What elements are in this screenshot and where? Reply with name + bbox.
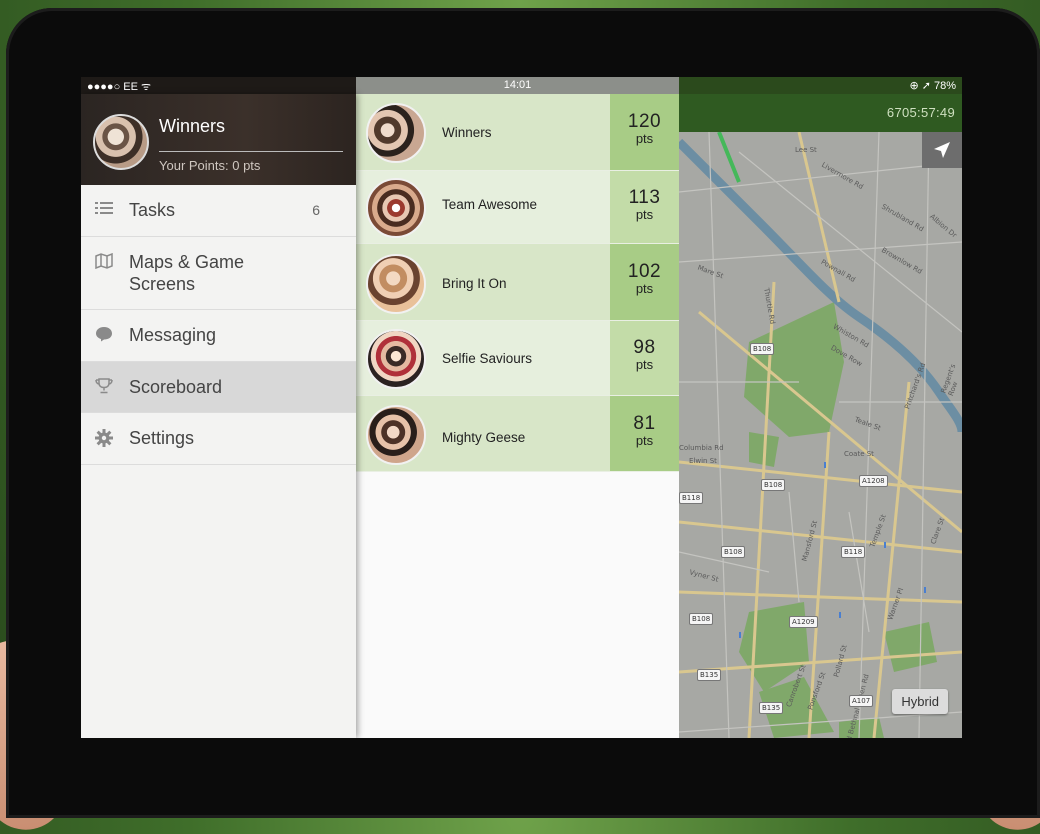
team-points: 81	[633, 413, 656, 434]
gear-icon	[95, 429, 113, 447]
profile-avatar	[93, 114, 149, 170]
team-row[interactable]: Bring It On 102 pts	[356, 244, 679, 321]
location-arrow-icon	[934, 142, 950, 158]
team-points: 113	[628, 187, 661, 208]
road-shield: A1209	[789, 616, 818, 628]
road-shield: B108	[721, 546, 746, 558]
battery-indicator: ⊕ ➚ 78%	[909, 80, 956, 92]
road-shield: B135	[759, 702, 784, 714]
map-view[interactable]: Lee St Livermore Rd Shrubland Rd Albion …	[679, 132, 962, 738]
team-points-unit: pts	[635, 433, 654, 448]
road-label: Columbia Rd	[679, 444, 724, 452]
team-points: 120	[627, 111, 662, 132]
status-bar: ●●●●○ EE ᯤ 14:01 ⊕ ➚ 78%	[81, 77, 962, 94]
road-label: Coate St	[844, 450, 874, 458]
map-header-bar: 6705:57:49	[679, 94, 962, 132]
road-shield: A1208	[859, 475, 888, 487]
tablet-screen: ●●●●○ EE ᯤ 14:01 ⊕ ➚ 78% Winners Your Po…	[81, 77, 962, 738]
locate-me-button[interactable]	[922, 132, 962, 168]
team-row[interactable]: Selfie Saviours 98 pts	[356, 321, 679, 396]
team-points-unit: pts	[635, 357, 654, 372]
team-points-unit: pts	[635, 281, 654, 296]
list-icon	[95, 201, 113, 219]
sidebar-item-label: Maps & Game Screens	[129, 251, 244, 295]
team-avatar	[366, 254, 426, 314]
sidebar-item-label: Settings	[129, 428, 195, 448]
team-row[interactable]: Team Awesome 113 pts	[356, 171, 679, 244]
status-bar-center: 14:01	[356, 77, 679, 94]
sidebar-item-tasks[interactable]: Tasks 6	[81, 185, 356, 237]
road-shield: B118	[679, 492, 704, 504]
carrier-signal: ●●●●○ EE ᯤ	[87, 81, 152, 93]
team-points: 102	[627, 261, 662, 282]
map-icon	[95, 252, 113, 271]
team-row[interactable]: Mighty Geese 81 pts	[356, 396, 679, 472]
team-points-box: 98 pts	[610, 321, 679, 395]
hybrid-toggle-button[interactable]: Hybrid	[892, 689, 948, 714]
profile-team-name: Winners	[159, 116, 226, 136]
team-name: Bring It On	[442, 276, 507, 291]
team-points-box: 102 pts	[610, 244, 679, 320]
scoreboard-list: Winners 120 pts Team Awesome 113 pts Bri…	[356, 94, 679, 738]
team-avatar	[366, 103, 426, 163]
game-timer: 6705:57:49	[886, 105, 955, 120]
sidebar-item-maps[interactable]: Maps & Game Screens	[81, 237, 356, 310]
status-bar-left: ●●●●○ EE ᯤ	[81, 77, 356, 94]
road-shield: B108	[750, 343, 775, 355]
sidebar-item-settings[interactable]: Settings	[81, 413, 356, 465]
tasks-count-badge: 6	[312, 202, 320, 218]
sidebar-item-scoreboard[interactable]: Scoreboard	[81, 362, 356, 413]
sidebar-menu: Winners Your Points: 0 pts Tasks 6 Maps …	[81, 94, 356, 738]
status-time: 14:01	[503, 79, 532, 91]
map-panel: 6705:57:49 Lee St Livermore Rd Shrubland…	[679, 94, 962, 738]
sidebar-item-label: Tasks	[129, 200, 176, 220]
road-label: Elwin St	[689, 457, 717, 465]
team-points-box: 113 pts	[610, 171, 679, 243]
profile-divider	[159, 151, 343, 152]
team-name: Winners	[442, 125, 492, 140]
maps-label-line2: Screens	[129, 274, 196, 294]
status-bar-right: ⊕ ➚ 78%	[679, 77, 962, 94]
team-points: 98	[633, 337, 656, 358]
team-points-unit: pts	[635, 207, 654, 222]
sidebar-item-label: Scoreboard	[129, 377, 223, 397]
road-shield: B118	[841, 546, 866, 558]
trophy-icon	[95, 378, 113, 396]
team-name: Selfie Saviours	[442, 351, 533, 366]
road-shield: A107	[849, 695, 874, 707]
team-avatar	[366, 405, 426, 465]
team-name: Mighty Geese	[442, 430, 526, 445]
team-points-unit: pts	[635, 131, 654, 146]
profile-points: Your Points: 0 pts	[159, 158, 261, 173]
road-shield: B108	[689, 613, 714, 625]
sidebar-item-label: Messaging	[129, 325, 217, 345]
speech-bubble-icon	[95, 326, 113, 344]
team-avatar	[366, 178, 426, 238]
team-name: Team Awesome	[442, 197, 538, 212]
profile-header[interactable]: Winners Your Points: 0 pts	[81, 94, 356, 185]
road-shield: B108	[761, 479, 786, 491]
road-label: Lee St	[795, 146, 817, 154]
road-shield: B135	[697, 669, 722, 681]
team-points-box: 120 pts	[610, 94, 679, 170]
maps-label-line1: Maps & Game	[129, 252, 245, 272]
team-row[interactable]: Winners 120 pts	[356, 94, 679, 171]
team-points-box: 81 pts	[610, 396, 679, 471]
sidebar-item-messaging[interactable]: Messaging	[81, 310, 356, 362]
team-avatar	[366, 329, 426, 389]
